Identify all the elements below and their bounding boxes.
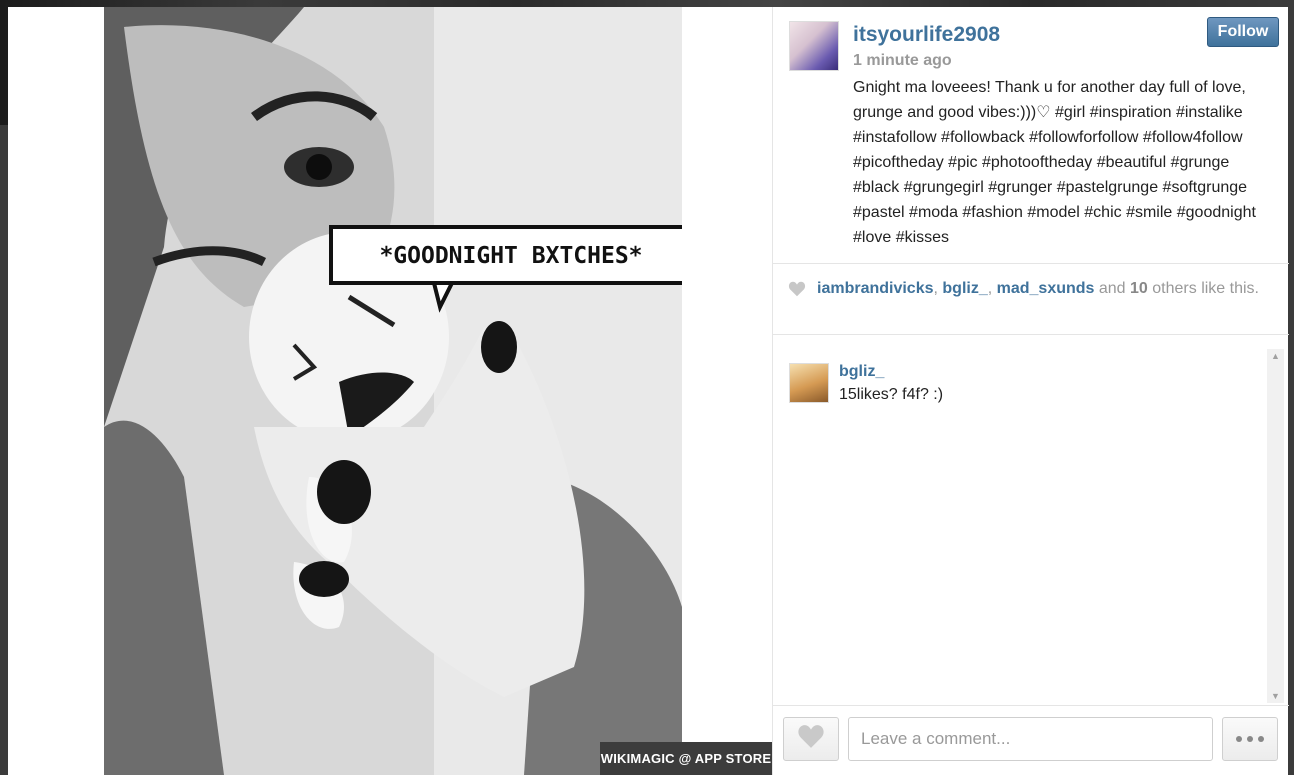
heart-icon (797, 724, 825, 754)
post-media: *GOODNIGHT BXTCHES* WIKIMAGIC @ APP STOR… (8, 7, 772, 775)
more-dots-icon (1247, 736, 1253, 742)
post-sidebar: itsyourlife2908 1 minute ago Follow Gnig… (772, 7, 1289, 775)
follow-button[interactable]: Follow (1207, 17, 1279, 47)
app-watermark: WIKIMAGIC @ APP STORE (600, 742, 772, 775)
speech-bubble-text: *GOODNIGHT BXTCHES* (379, 243, 642, 269)
likes-separator: , (987, 280, 997, 297)
author-username[interactable]: itsyourlife2908 (853, 23, 1000, 47)
likes-summary: iambrandivicks, bgliz_, mad_sxunds and 1… (773, 265, 1289, 335)
commenter-username[interactable]: bgliz_ (839, 363, 884, 381)
likes-count[interactable]: 10 (1130, 280, 1148, 297)
post-caption: Gnight ma loveees! Thank u for another d… (853, 79, 1256, 246)
like-button[interactable] (783, 717, 839, 761)
comment-list: bgliz_ 15likes? f4f? :) ▲ ▼ (773, 347, 1289, 705)
post-photo[interactable]: *GOODNIGHT BXTCHES* (104, 7, 682, 775)
comment-item: bgliz_ 15likes? f4f? :) (789, 363, 1249, 407)
more-dots-icon (1258, 736, 1264, 742)
comment-input[interactable] (848, 717, 1213, 761)
comment-text: 15likes? f4f? :) (839, 386, 944, 403)
arrow-down-icon[interactable]: ▼ (1267, 689, 1284, 703)
liker-link[interactable]: bgliz_ (942, 280, 987, 297)
liker-link[interactable]: mad_sxunds (997, 280, 1095, 297)
post-modal: *GOODNIGHT BXTCHES* WIKIMAGIC @ APP STOR… (8, 7, 1289, 775)
liker-link[interactable]: iambrandivicks (817, 280, 934, 297)
comments-scrollbar[interactable]: ▲ ▼ (1267, 349, 1284, 703)
arrow-up-icon[interactable]: ▲ (1267, 349, 1284, 363)
author-avatar[interactable] (789, 21, 839, 71)
more-options-button[interactable] (1222, 717, 1278, 761)
post-header: itsyourlife2908 1 minute ago Follow Gnig… (773, 7, 1289, 264)
likes-and: and (1094, 280, 1131, 297)
likes-suffix: others like this. (1147, 280, 1259, 297)
commenter-avatar[interactable] (789, 363, 829, 403)
photo-illustration: *GOODNIGHT BXTCHES* (104, 7, 682, 775)
post-timestamp[interactable]: 1 minute ago (853, 52, 952, 70)
more-dots-icon (1236, 736, 1242, 742)
heart-icon (788, 281, 806, 303)
comment-footer (773, 705, 1289, 775)
